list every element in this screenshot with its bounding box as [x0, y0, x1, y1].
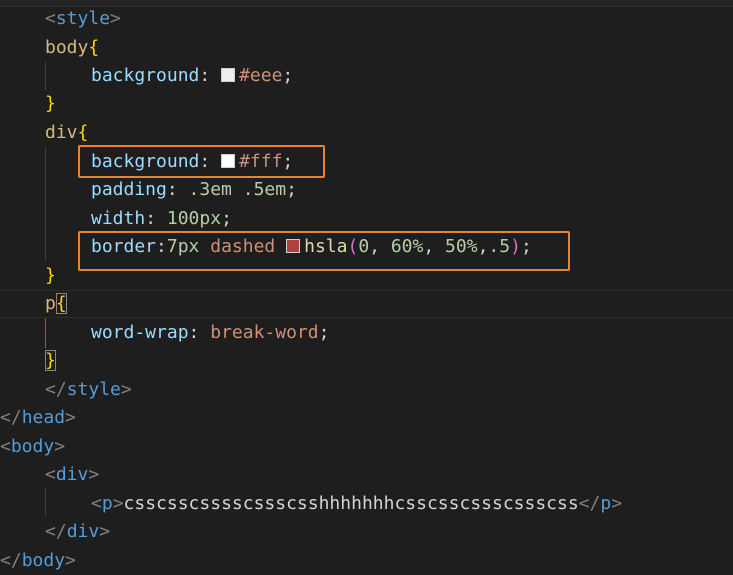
- angle-bracket: </: [45, 379, 67, 400]
- code-line[interactable]: }: [45, 347, 56, 375]
- code-line[interactable]: padding: .3em .5em;: [91, 176, 297, 204]
- tag-name: p: [101, 493, 113, 514]
- code-line[interactable]: }: [45, 90, 56, 118]
- code-line[interactable]: p{: [45, 290, 67, 318]
- css-property: width: [91, 208, 146, 229]
- css-number: .5em: [242, 179, 287, 200]
- css-property: background: [91, 65, 200, 86]
- close-brace: }: [45, 350, 56, 371]
- css-property: word-wrap: [91, 322, 189, 343]
- open-brace: {: [55, 293, 67, 314]
- tag-name: div: [66, 521, 100, 542]
- code-line[interactable]: <div>: [45, 461, 99, 489]
- angle-bracket: >: [88, 464, 100, 485]
- tag-name: style: [55, 8, 111, 29]
- angle-bracket: <: [91, 493, 102, 514]
- angle-bracket: </: [0, 550, 22, 571]
- css-number: 100px: [166, 208, 222, 229]
- bracket-pair-guide: [45, 318, 46, 348]
- code-line[interactable]: </div>: [45, 518, 110, 546]
- angle-bracket: <: [0, 436, 11, 457]
- text-content: csscsscsssscssscsshhhhhhhcsscsscssscsssc…: [123, 493, 579, 514]
- css-selector: p: [45, 293, 56, 314]
- code-line[interactable]: body{: [45, 34, 99, 62]
- highlight-box-border: [78, 231, 570, 271]
- indent-guide: [45, 488, 46, 516]
- css-value: break-word: [210, 322, 319, 343]
- code-line[interactable]: </style>: [45, 376, 132, 404]
- tag-name: div: [55, 464, 89, 485]
- current-line-highlight: [0, 290, 733, 318]
- code-line[interactable]: <p>csscsscsssscssscsshhhhhhhcsscsscssscs…: [91, 490, 622, 518]
- code-line[interactable]: div{: [45, 119, 88, 147]
- angle-bracket: >: [65, 550, 76, 571]
- angle-bracket: >: [65, 407, 76, 428]
- angle-bracket: >: [611, 493, 623, 514]
- angle-bracket: </: [45, 521, 67, 542]
- indent-guide: [45, 147, 46, 261]
- angle-bracket: </: [0, 407, 22, 428]
- code-line[interactable]: <style>: [45, 5, 121, 33]
- tag-name: p: [600, 493, 612, 514]
- css-value: #eee: [239, 65, 283, 86]
- angle-bracket: >: [99, 521, 111, 542]
- angle-bracket: <: [45, 8, 56, 29]
- code-line[interactable]: word-wrap: break-word;: [91, 319, 329, 347]
- css-selector: body: [45, 37, 89, 58]
- code-line[interactable]: <body>: [0, 433, 65, 461]
- code-line[interactable]: }: [45, 262, 56, 290]
- close-brace: }: [45, 93, 56, 114]
- angle-bracket: >: [54, 436, 66, 457]
- angle-bracket: </: [578, 493, 601, 514]
- angle-bracket: >: [112, 493, 124, 514]
- css-selector: div: [45, 122, 78, 143]
- color-swatch-icon[interactable]: [221, 68, 236, 82]
- indent-guide: [45, 62, 46, 90]
- angle-bracket: <: [45, 464, 56, 485]
- code-line[interactable]: </head>: [0, 404, 76, 432]
- code-line[interactable]: </body>: [0, 547, 76, 575]
- open-brace: {: [88, 37, 100, 58]
- code-line[interactable]: width: 100px;: [91, 205, 232, 233]
- tag-name: style: [66, 379, 121, 400]
- highlight-box-background: [78, 145, 325, 178]
- code-line[interactable]: background: #eee;: [91, 62, 293, 90]
- code-editor[interactable]: <style> body{ background: #eee; } div{ b…: [0, 0, 733, 575]
- angle-bracket: >: [120, 379, 132, 400]
- open-brace: {: [77, 122, 89, 143]
- angle-bracket: >: [110, 8, 121, 29]
- tag-name: body: [21, 550, 66, 571]
- css-property: padding: [91, 179, 167, 200]
- css-number: .3em: [188, 179, 232, 200]
- tag-name: head: [21, 407, 66, 428]
- close-brace: }: [45, 265, 56, 286]
- tag-name: body: [10, 436, 55, 457]
